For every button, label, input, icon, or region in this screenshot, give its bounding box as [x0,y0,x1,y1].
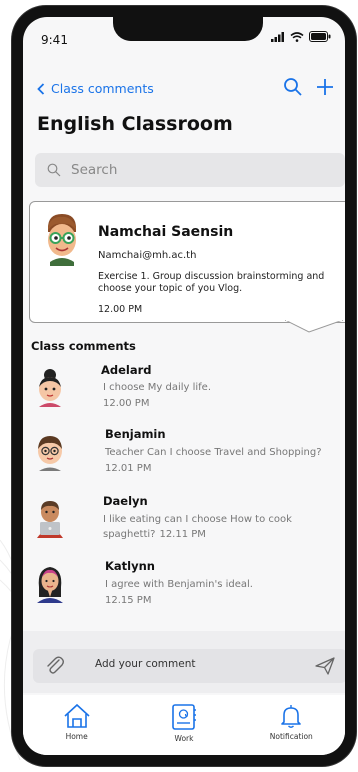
home-icon [64,703,90,728]
back-label: Class comments [51,81,154,96]
comment-text: I choose My daily life. [103,382,212,393]
comment-time: 12.01 PM [105,463,152,474]
back-chevron-icon [37,82,45,95]
paperclip-icon[interactable] [45,656,65,676]
commenter-avatar [38,436,62,471]
post-time: 12.00 PM [98,304,143,315]
header-actions [283,77,335,97]
comment-text: I agree with Benjamin's ideal. [105,579,253,590]
search-icon[interactable] [283,77,303,97]
wifi-icon [290,31,304,42]
signal-icon [271,31,284,42]
teacher-avatar [48,214,76,266]
comment-time: 12.11 PM [159,529,206,540]
post-card: Namchai Saensin Namchai@mh.ac.th Exercis… [29,201,345,323]
bell-icon [281,705,302,728]
tab-home-label: Home [65,732,88,741]
commenter-avatar [39,369,61,407]
phone-frame: 9:41 Class comments English Classroom Se… [12,6,356,766]
phone-notch [113,17,263,41]
app-screen: 9:41 Class comments English Classroom Se… [23,17,345,755]
status-icons [271,31,331,42]
commenter-avatar [37,501,63,538]
tab-notification-label: Notification [269,732,313,741]
tab-notification[interactable]: Notification [256,703,326,741]
bottom-tab-bar: Home Work Notification [23,695,345,755]
post-email: Namchai@mh.ac.th [98,250,197,261]
comment-text: I like eating can I choose How to cook s… [103,514,292,540]
page-title: English Classroom [37,113,233,135]
comments-section-title: Class comments [31,339,136,353]
comment-time: 12.15 PM [105,595,152,606]
comment-composer[interactable] [33,649,345,683]
search-bar[interactable] [35,153,345,187]
comment-time: 12.00 PM [103,398,150,409]
tab-home[interactable]: Home [42,703,112,741]
speech-bubble-tail [285,320,344,333]
search-input[interactable] [71,162,311,178]
tab-work[interactable]: Work [149,703,219,743]
nav-header: Class comments [23,77,345,107]
send-icon[interactable] [315,657,335,675]
comment-author: Daelyn [103,494,148,508]
commenter-avatar [37,567,63,603]
back-button[interactable]: Class comments [37,81,154,96]
plus-icon[interactable] [315,77,335,97]
battery-icon [309,31,331,42]
comment-author: Katlynn [105,559,155,573]
status-time: 9:41 [41,33,68,47]
tab-work-label: Work [174,734,194,743]
post-author: Namchai Saensin [98,224,234,240]
work-icon [172,704,196,730]
comment-author: Benjamin [105,427,166,441]
comment-author: Adelard [101,363,152,377]
search-icon [47,163,61,177]
post-body: Exercise 1. Group discussion brainstormi… [98,271,325,294]
comment-text: Teacher Can I choose Travel and Shopping… [105,447,322,458]
comment-input[interactable] [95,658,295,670]
